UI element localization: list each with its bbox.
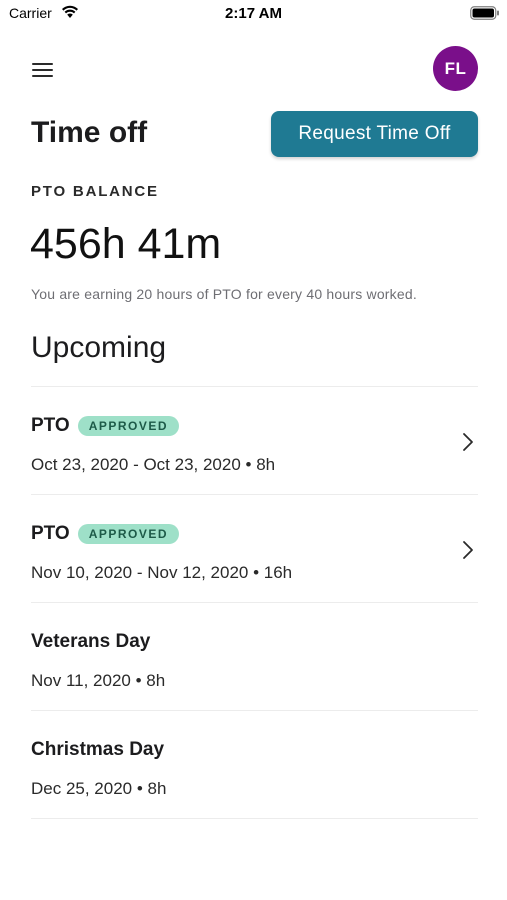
request-time-off-button[interactable]: Request Time Off	[271, 111, 478, 157]
status-badge: APPROVED	[77, 416, 180, 436]
pto-balance-value: 456h 41m	[30, 220, 222, 268]
item-title-row: Veterans Day	[31, 631, 150, 653]
item-date-range: Oct 23, 2020 - Oct 23, 2020 • 8h	[31, 455, 276, 474]
upcoming-section-title: Upcoming	[31, 331, 167, 364]
item-title: Christmas Day	[31, 739, 165, 760]
avatar[interactable]: FL	[433, 46, 478, 91]
pto-earning-note: You are earning 20 hours of PTO for ever…	[31, 286, 417, 302]
item-title-row: Christmas Day	[31, 739, 164, 761]
list-item: Christmas Day Dec 25, 2020 • 8h	[31, 711, 478, 818]
list-item[interactable]: PTO APPROVED Nov 10, 2020 - Nov 12, 2020…	[31, 495, 478, 602]
status-badge: APPROVED	[77, 524, 180, 544]
item-title: Veterans Day	[31, 631, 151, 652]
item-title-row: PTO APPROVED	[31, 415, 180, 437]
list-item: Veterans Day Nov 11, 2020 • 8h	[31, 603, 478, 710]
pto-balance-label: PTO BALANCE	[31, 183, 159, 200]
battery-icon	[470, 6, 500, 20]
item-title: PTO	[31, 415, 70, 436]
list-divider	[31, 818, 478, 819]
item-title: PTO	[31, 523, 70, 544]
item-date: Dec 25, 2020 • 8h	[31, 779, 167, 798]
avatar-initials: FL	[444, 58, 467, 78]
chevron-right-icon	[462, 540, 474, 560]
list-item[interactable]: PTO APPROVED Oct 23, 2020 - Oct 23, 2020…	[31, 387, 478, 494]
upcoming-list: PTO APPROVED Oct 23, 2020 - Oct 23, 2020…	[31, 386, 478, 819]
status-bar: Carrier 2:17 AM	[0, 0, 507, 28]
item-date-range: Nov 10, 2020 - Nov 12, 2020 • 16h	[31, 563, 293, 582]
menu-icon[interactable]	[31, 60, 55, 80]
clock-time: 2:17 AM	[225, 5, 282, 22]
item-title-row: PTO APPROVED	[31, 523, 180, 545]
item-date: Nov 11, 2020 • 8h	[31, 671, 166, 690]
page-title: Time off	[31, 116, 148, 149]
chevron-right-icon	[462, 432, 474, 452]
